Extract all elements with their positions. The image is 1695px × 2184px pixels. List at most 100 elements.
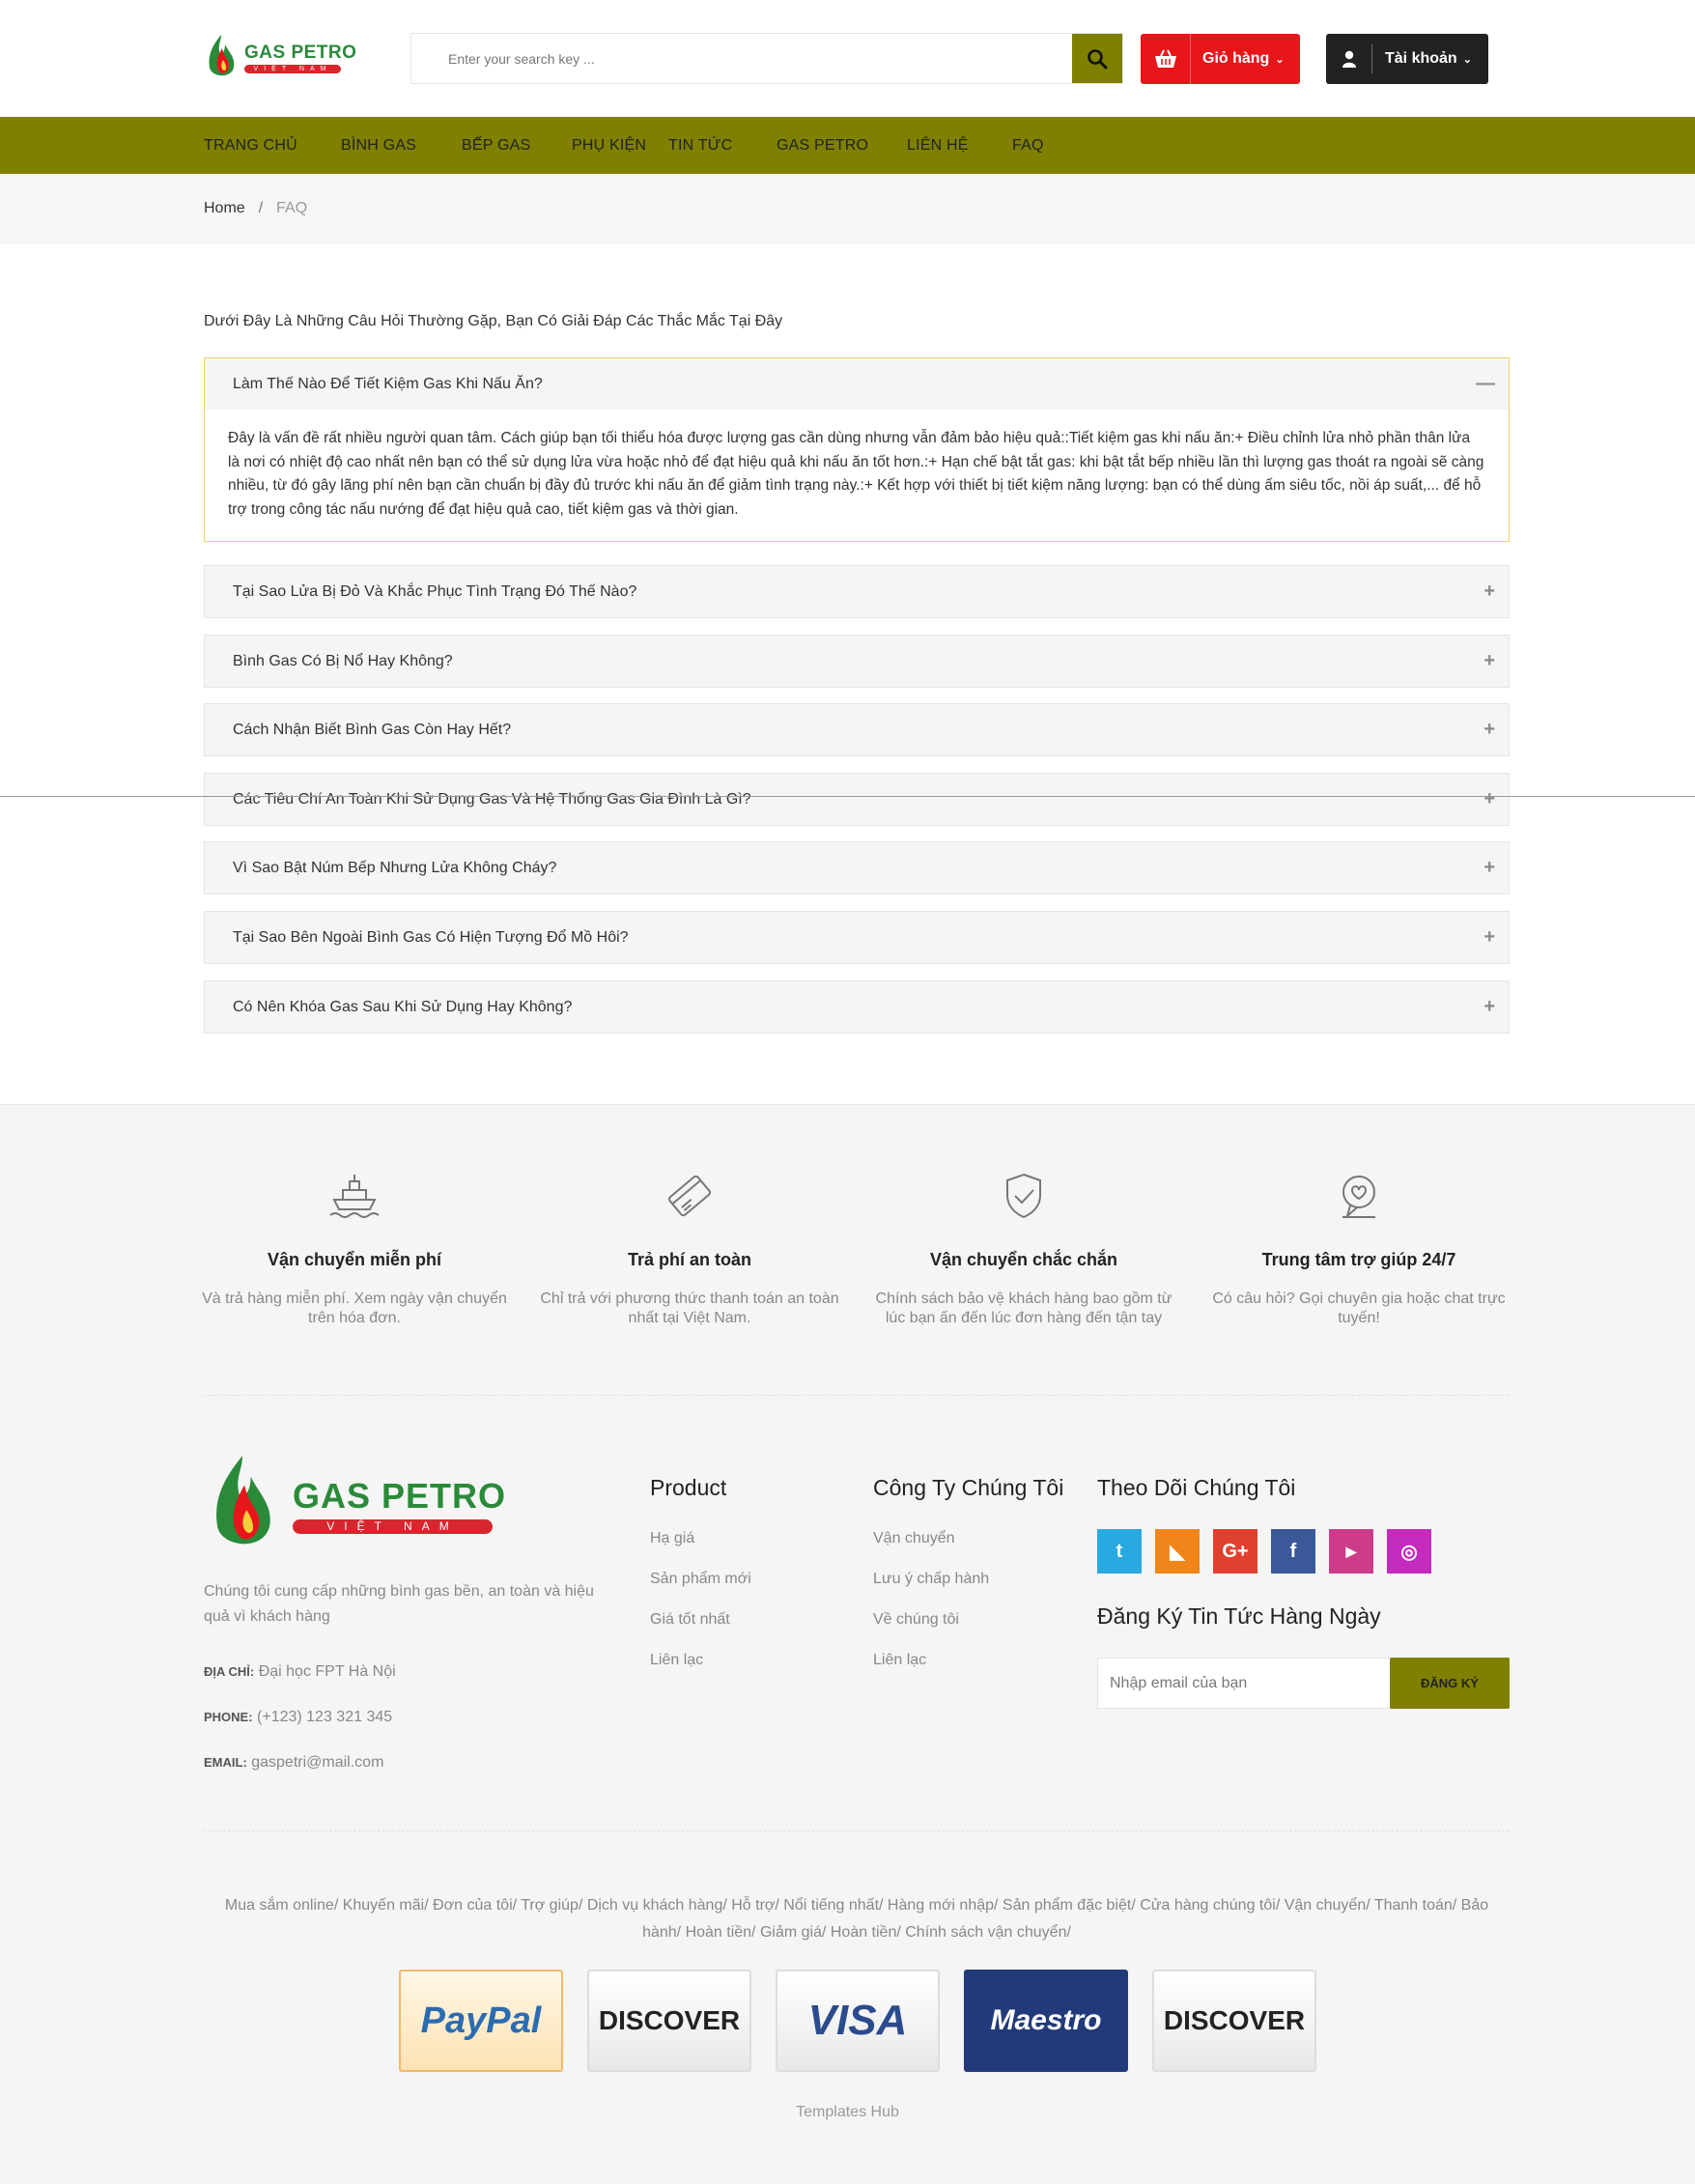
feature-desc: Chỉ trả với phương thức thanh toán an to…	[540, 1291, 839, 1326]
search-button[interactable]	[1072, 34, 1122, 83]
maestro-card: Maestro	[964, 1970, 1128, 2072]
faq-item[interactable]: Tại Sao Bên Ngoài Bình Gas Có Hiện Tượng…	[204, 911, 1510, 964]
footer-logo[interactable]: GAS PETRO VIỆT NAM	[204, 1452, 506, 1560]
footer-company-column: Công Ty Chúng Tôi Vận chuyển Lưu ý chấp …	[873, 1475, 1066, 1692]
shield-check-icon	[1006, 1173, 1041, 1219]
feature-desc: Chính sách bảo vệ khách hàng bao gồm từ …	[875, 1291, 1172, 1326]
faq-item: Làm Thế Nào Để Tiết Kiệm Gas Khi Nấu Ăn?…	[204, 357, 1510, 542]
faq-item[interactable]: Các Tiêu Chí An Toàn Khi Sử Dụng Gas Và …	[204, 773, 1510, 826]
product-link[interactable]: Liên lạc	[650, 1652, 751, 1692]
company-link[interactable]: Vận chuyển	[873, 1530, 1066, 1571]
faq-question[interactable]: Có Nên Khóa Gas Sau Khi Sử Dụng Hay Khôn…	[205, 981, 1509, 1033]
faq-question-text: Có Nên Khóa Gas Sau Khi Sử Dụng Hay Khôn…	[233, 998, 573, 1015]
faq-item[interactable]: Bình Gas Có Bị Nổ Hay Không? +	[204, 635, 1510, 688]
faq-question[interactable]: Tại Sao Bên Ngoài Bình Gas Có Hiện Tượng…	[205, 912, 1509, 963]
subscribe-button[interactable]: ĐĂNG KÝ	[1390, 1658, 1510, 1709]
footer-description: Chúng tôi cung cấp những bình gas bền, a…	[204, 1583, 594, 1625]
nav-bep-gas[interactable]: BẾP GAS	[462, 137, 530, 155]
nav-faq[interactable]: FAQ	[1012, 137, 1044, 155]
plus-icon[interactable]: +	[1483, 997, 1495, 1016]
site-footer: Vận chuyển miễn phí Và trả hàng miễn phí…	[0, 1104, 1695, 2184]
search-icon	[1088, 48, 1108, 69]
feature-title: Vận chuyển miễn phí	[267, 1250, 442, 1269]
faq-question[interactable]: Vì Sao Bật Núm Bếp Nhưng Lửa Không Cháy?…	[205, 842, 1509, 893]
company-link[interactable]: Lưu ý chấp hành	[873, 1571, 1066, 1611]
rss-icon[interactable]: ◣	[1155, 1529, 1200, 1574]
faq-item[interactable]: Vì Sao Bật Núm Bếp Nhưng Lửa Không Cháy?…	[204, 841, 1510, 894]
product-link[interactable]: Giá tốt nhất	[650, 1611, 751, 1652]
nav-phu-kien[interactable]: PHỤ KIỆN	[572, 137, 646, 155]
nav-tin-tuc[interactable]: TIN TỨC	[668, 137, 732, 155]
faq-question[interactable]: Tại Sao Lửa Bị Đỏ Và Khắc Phục Tình Trạn…	[205, 566, 1509, 617]
footer-phone: PHONE: (+123) 123 321 345	[204, 1709, 392, 1726]
feature-item: Vận chuyển miễn phí Và trả hàng miễn phí…	[200, 1171, 509, 1328]
faq-item[interactable]: Cách Nhận Biết Bình Gas Còn Hay Hết? +	[204, 703, 1510, 756]
feature-item: Trả phí an toàn Chỉ trả với phương thức …	[535, 1171, 844, 1328]
faq-item[interactable]: Có Nên Khóa Gas Sau Khi Sử Dụng Hay Khôn…	[204, 980, 1510, 1034]
plus-icon[interactable]: +	[1483, 927, 1495, 947]
twitter-icon[interactable]: t	[1097, 1529, 1142, 1574]
youtube-icon[interactable]: ▶	[1329, 1529, 1373, 1574]
product-heading: Product	[650, 1475, 727, 1500]
logo-sub: VIỆT NAM	[244, 64, 341, 73]
breadcrumb-home[interactable]: Home	[204, 200, 245, 216]
minus-icon[interactable]: —	[1476, 374, 1495, 393]
feature-title: Trả phí an toàn	[627, 1250, 751, 1269]
subscribe-email-input[interactable]	[1098, 1659, 1390, 1708]
product-link[interactable]: Sản phẩm mới	[650, 1571, 751, 1611]
payment-methods: PayPal DISCOVER VISA Maestro DISCOVER	[399, 1970, 1341, 2072]
phone-label: PHONE:	[204, 1710, 253, 1724]
account-label: Tài khoản	[1385, 50, 1457, 67]
plus-icon[interactable]: +	[1483, 789, 1495, 808]
social-links: t ◣ G+ f ▶ ◎	[1097, 1529, 1445, 1574]
account-button[interactable]: Tài khoản ⌄	[1326, 34, 1488, 84]
discover-card: DISCOVER	[587, 1970, 751, 2072]
instagram-icon[interactable]: ◎	[1387, 1529, 1431, 1574]
feature-title: Trung tâm trợ giúp 24/7	[1261, 1250, 1456, 1269]
copyright: Templates Hub	[796, 2104, 899, 2120]
plus-icon[interactable]: +	[1483, 581, 1495, 601]
email-value[interactable]: gaspetri@mail.com	[251, 1754, 383, 1771]
nav-lien-he[interactable]: LIÊN HỆ	[907, 137, 969, 155]
footer-email: EMAIL: gaspetri@mail.com	[204, 1754, 383, 1772]
cart-label: Giỏ hàng	[1202, 50, 1270, 67]
faq-question-text: Cách Nhận Biết Bình Gas Còn Hay Hết?	[233, 721, 512, 738]
faq-question-text: Tại Sao Lửa Bị Đỏ Và Khắc Phục Tình Trạn…	[233, 582, 637, 600]
search-input[interactable]	[411, 34, 1072, 83]
footer-links[interactable]: Mua sắm online/ Khuyến mãi/ Đơn của tôi/…	[204, 1892, 1510, 1946]
plus-icon[interactable]: +	[1483, 651, 1495, 670]
google-plus-icon[interactable]: G+	[1213, 1529, 1257, 1574]
faq-question[interactable]: Làm Thế Nào Để Tiết Kiệm Gas Khi Nấu Ăn?…	[205, 358, 1509, 410]
faq-answer: Đây là vấn đề rất nhiều người quan tâm. …	[205, 410, 1509, 541]
footer-logo-brand: GAS PETRO	[293, 1475, 507, 1516]
nav-trang-chu[interactable]: TRANG CHỦ	[204, 137, 297, 155]
user-icon	[1342, 50, 1356, 68]
divider-line	[0, 796, 1695, 797]
plus-icon[interactable]: +	[1483, 858, 1495, 877]
visa-card: VISA	[776, 1970, 940, 2072]
nav-binh-gas[interactable]: BÌNH GAS	[341, 137, 416, 155]
plus-icon[interactable]: +	[1483, 720, 1495, 739]
subscribe-form: ĐĂNG KÝ	[1097, 1658, 1510, 1709]
subscribe-heading: Đăng Ký Tin Tức Hàng Ngày	[1097, 1603, 1381, 1629]
site-logo[interactable]: GAS PETRO VIỆT NAM	[204, 33, 356, 83]
card-icon	[667, 1175, 712, 1217]
faq-question[interactable]: Bình Gas Có Bị Nổ Hay Không? +	[205, 636, 1509, 687]
faq-question[interactable]: Các Tiêu Chí An Toàn Khi Sử Dụng Gas Và …	[205, 774, 1509, 825]
faq-item[interactable]: Tại Sao Lửa Bị Đỏ Và Khắc Phục Tình Trạn…	[204, 565, 1510, 618]
breadcrumb-bar: Home / FAQ	[0, 174, 1695, 244]
divider	[204, 1830, 1510, 1831]
faq-question[interactable]: Cách Nhận Biết Bình Gas Còn Hay Hết? +	[205, 704, 1509, 755]
cart-button[interactable]: Giỏ hàng ⌄	[1141, 34, 1300, 84]
company-link[interactable]: Về chúng tôi	[873, 1611, 1066, 1652]
product-link[interactable]: Hạ giá	[650, 1530, 751, 1571]
paypal-card: PayPal	[399, 1970, 563, 2072]
divider	[204, 1395, 1510, 1396]
facebook-icon[interactable]: f	[1271, 1529, 1315, 1574]
nav-gas-petro[interactable]: GAS PETRO	[777, 137, 868, 155]
faq-intro: Dưới Đây Là Những Câu Hỏi Thường Gặp, Bạ…	[204, 313, 783, 329]
main-nav: TRANG CHỦ BÌNH GAS BẾP GAS PHỤ KIỆN TIN …	[0, 117, 1695, 174]
company-link[interactable]: Liên lạc	[873, 1652, 1066, 1692]
footer-product-column: Product Hạ giá Sản phẩm mới Giá tốt nhất…	[650, 1475, 751, 1692]
search-box	[410, 33, 1123, 84]
